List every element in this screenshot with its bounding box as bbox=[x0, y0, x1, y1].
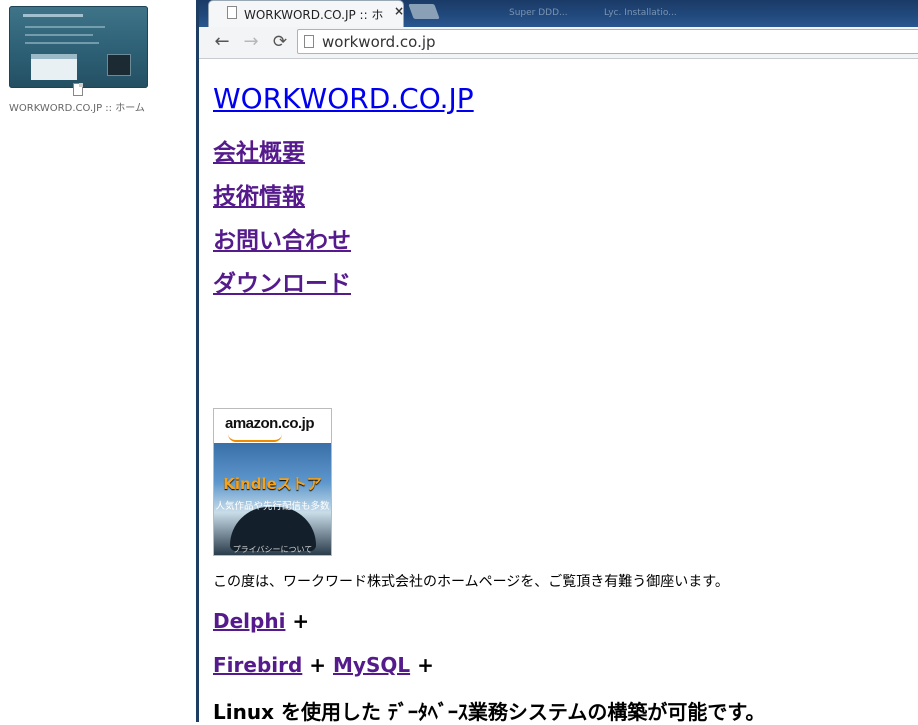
thumbnail-table bbox=[31, 54, 77, 80]
thumbnail-line bbox=[25, 42, 99, 44]
new-tab-button[interactable] bbox=[408, 4, 440, 19]
background-window-text: Super DDD... bbox=[509, 8, 568, 18]
tab-title: WORKWORD.CO.JP :: ホ bbox=[244, 8, 384, 22]
tech-line-delphi: Delphi + bbox=[213, 609, 309, 633]
plus-text: + bbox=[309, 653, 327, 677]
forward-arrow-icon[interactable]: → bbox=[240, 31, 262, 53]
linux-text: Linux bbox=[213, 700, 274, 724]
nav-link-company[interactable]: 会社概要 bbox=[213, 133, 305, 167]
page-icon bbox=[73, 83, 83, 96]
site-title-link[interactable]: WORKWORD.CO.JP bbox=[213, 82, 474, 115]
thumbnail-book bbox=[107, 54, 131, 76]
page-icon bbox=[227, 6, 237, 19]
back-arrow-icon[interactable]: ← bbox=[211, 31, 233, 53]
tab-workword[interactable]: WORKWORD.CO.JP :: ホ × bbox=[209, 1, 404, 27]
nav-link-tech-info[interactable]: 技術情報 bbox=[213, 177, 305, 211]
kindle-store-text: Kindleストア bbox=[223, 475, 322, 493]
background-window-text: Lyc. Installatio... bbox=[604, 8, 677, 18]
kindle-store-banner[interactable]: amazon.co.jp Kindleストア 人気作品や先行配信も多数 プライバ… bbox=[213, 408, 332, 556]
amazon-logo: amazon.co.jp bbox=[225, 415, 315, 432]
nav-link-download[interactable]: ダウンロード bbox=[213, 264, 351, 298]
welcome-text: この度は、ワークワード株式会社のホームページを、ご覧頂き有難う御座います。 bbox=[213, 574, 729, 590]
browser-window: WORKWORD.CO.JP :: ホ × Super DDD... Lyc. … bbox=[196, 0, 918, 725]
nav-link-contact[interactable]: お問い合わせ bbox=[213, 221, 351, 255]
page-viewport: WORKWORD.CO.JP 会社概要 技術情報 お問い合わせ ダウンロード a… bbox=[199, 59, 918, 725]
address-url[interactable]: workword.co.jp bbox=[322, 33, 436, 51]
privacy-text[interactable]: プライバシーについて bbox=[214, 544, 331, 555]
plus-text: + bbox=[292, 609, 310, 633]
amazon-smile-icon bbox=[228, 434, 282, 442]
page-icon bbox=[304, 35, 314, 48]
mysql-link[interactable]: MySQL bbox=[333, 653, 410, 677]
delphi-link[interactable]: Delphi bbox=[213, 609, 285, 633]
kindle-sub-text: 人気作品や先行配信も多数 bbox=[215, 501, 330, 512]
tech-line-databases: Firebird + MySQL + bbox=[213, 653, 434, 677]
browser-toolbar: ← → ⟳ workword.co.jp bbox=[199, 27, 918, 59]
firebird-link[interactable]: Firebird bbox=[213, 653, 302, 677]
system-build-text: を使用した ﾃﾞｰﾀﾍﾞｰｽ業務システムの構築が可能です。 bbox=[280, 700, 766, 724]
close-icon[interactable]: × bbox=[394, 4, 404, 18]
page-thumbnail[interactable] bbox=[9, 6, 148, 88]
plus-text: + bbox=[417, 653, 434, 677]
thumbnail-title-bar bbox=[23, 14, 83, 17]
amazon-header: amazon.co.jp bbox=[214, 409, 331, 443]
desktop-pane: WORKWORD.CO.JP :: ホーム bbox=[0, 0, 196, 722]
address-bar[interactable]: workword.co.jp bbox=[297, 29, 918, 54]
thumbnail-line bbox=[25, 34, 93, 36]
reload-icon[interactable]: ⟳ bbox=[269, 31, 291, 53]
thumbnail-label: WORKWORD.CO.JP :: ホーム bbox=[9, 103, 145, 114]
thumbnail-line bbox=[25, 26, 105, 28]
tab-strip: WORKWORD.CO.JP :: ホ × Super DDD... Lyc. … bbox=[199, 0, 918, 27]
tech-line-linux: Linux を使用した ﾃﾞｰﾀﾍﾞｰｽ業務システムの構築が可能です。 bbox=[213, 696, 765, 725]
